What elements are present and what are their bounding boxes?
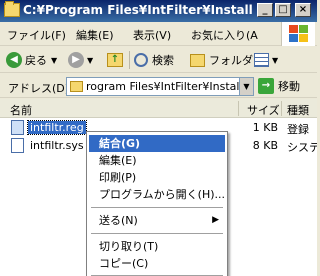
address-input[interactable]: rogram Files¥IntFilter¥Install ▼	[66, 77, 254, 96]
close-button[interactable]: ×	[295, 3, 311, 17]
views-icon	[254, 53, 269, 67]
search-label: 検索	[152, 54, 174, 67]
chevron-down-icon[interactable]: ▼	[239, 78, 253, 95]
address-value: rogram Files¥IntFilter¥Install	[86, 80, 243, 93]
chevron-down-icon: ▼	[87, 55, 94, 65]
search-icon	[134, 53, 148, 67]
search-button[interactable]: 検索	[134, 51, 174, 69]
window-title: C:¥Program Files¥IntFilter¥Install	[23, 3, 253, 17]
menu-item-merge[interactable]: 結合(G)	[89, 135, 225, 152]
file-type: 登録	[287, 123, 309, 136]
go-arrow-icon: →	[258, 78, 274, 94]
go-label: 移動	[278, 80, 300, 93]
menu-item-print[interactable]: 印刷(P)	[89, 169, 225, 186]
up-folder-button[interactable]: ↑	[107, 51, 123, 69]
submenu-arrow-icon: ▶	[212, 215, 219, 225]
menu-item-send-to[interactable]: 送る(N) ▶	[89, 212, 225, 229]
minimize-button[interactable]: _	[257, 3, 273, 17]
column-header: 名前 サイズ 種類	[0, 99, 317, 118]
menu-view[interactable]: 表示(V)	[133, 27, 171, 43]
column-divider[interactable]	[238, 101, 239, 116]
forward-button[interactable]: ▶ ▼	[68, 51, 93, 69]
forward-arrow-icon: ▶	[68, 52, 84, 68]
column-name[interactable]: 名前	[10, 102, 32, 118]
system-file-icon	[11, 138, 24, 153]
file-name: intfiltr.reg	[27, 120, 87, 135]
back-button[interactable]: ◀ 戻る ▼	[6, 51, 57, 69]
file-size: 1 KB	[252, 121, 278, 134]
chevron-down-icon: ▼	[51, 55, 58, 65]
menu-item-edit[interactable]: 編集(E)	[89, 152, 225, 169]
windows-logo-icon	[281, 22, 315, 46]
back-arrow-icon: ◀	[6, 52, 22, 68]
menu-separator	[91, 233, 223, 234]
menu-item-cut[interactable]: 切り取り(T)	[89, 238, 225, 255]
toolbar: ◀ 戻る ▼ ▶ ▼ ↑ 検索 フォルダ ▼	[0, 47, 317, 73]
menu-file[interactable]: ファイル(F)	[7, 27, 66, 43]
menu-bar: ファイル(F) 編集(E) 表示(V) お気に入り(A	[0, 22, 317, 46]
folders-button[interactable]: フォルダ	[190, 51, 253, 69]
folder-icon	[4, 1, 20, 17]
menu-separator	[91, 207, 223, 208]
context-menu: 結合(G) 編集(E) 印刷(P) プログラムから開く(H)... 送る(N) …	[86, 131, 228, 276]
views-button[interactable]: ▼	[254, 51, 278, 69]
go-button[interactable]: → 移動	[258, 78, 300, 94]
up-folder-icon: ↑	[107, 53, 123, 67]
menu-edit[interactable]: 編集(E)	[76, 27, 114, 43]
maximize-button[interactable]: □	[275, 3, 291, 17]
column-divider[interactable]	[281, 101, 282, 116]
address-bar: アドレス(D) rogram Files¥IntFilter¥Install ▼…	[0, 74, 317, 98]
address-label: アドレス(D)	[8, 82, 70, 95]
column-type[interactable]: 種類	[287, 102, 309, 118]
menu-item-label: 送る(N)	[99, 214, 138, 227]
folder-icon	[190, 53, 205, 67]
file-size: 8 KB	[252, 139, 278, 152]
title-bar[interactable]: C:¥Program Files¥IntFilter¥Install _ □ ×	[0, 0, 317, 22]
menu-favorites[interactable]: お気に入り(A	[191, 27, 258, 43]
folders-label: フォルダ	[209, 54, 253, 67]
chevron-down-icon: ▼	[272, 55, 279, 65]
file-type: システ	[287, 141, 317, 154]
registry-file-icon	[11, 120, 24, 135]
file-name: intfiltr.sys	[30, 139, 84, 152]
back-label: 戻る	[25, 54, 47, 67]
toolbar-separator	[129, 51, 130, 69]
explorer-window: C:¥Program Files¥IntFilter¥Install _ □ ×…	[0, 0, 317, 276]
column-size[interactable]: サイズ	[247, 102, 280, 118]
menu-item-copy[interactable]: コピー(C)	[89, 255, 225, 272]
menu-item-open-with[interactable]: プログラムから開く(H)...	[89, 186, 225, 203]
folder-icon	[70, 81, 83, 92]
